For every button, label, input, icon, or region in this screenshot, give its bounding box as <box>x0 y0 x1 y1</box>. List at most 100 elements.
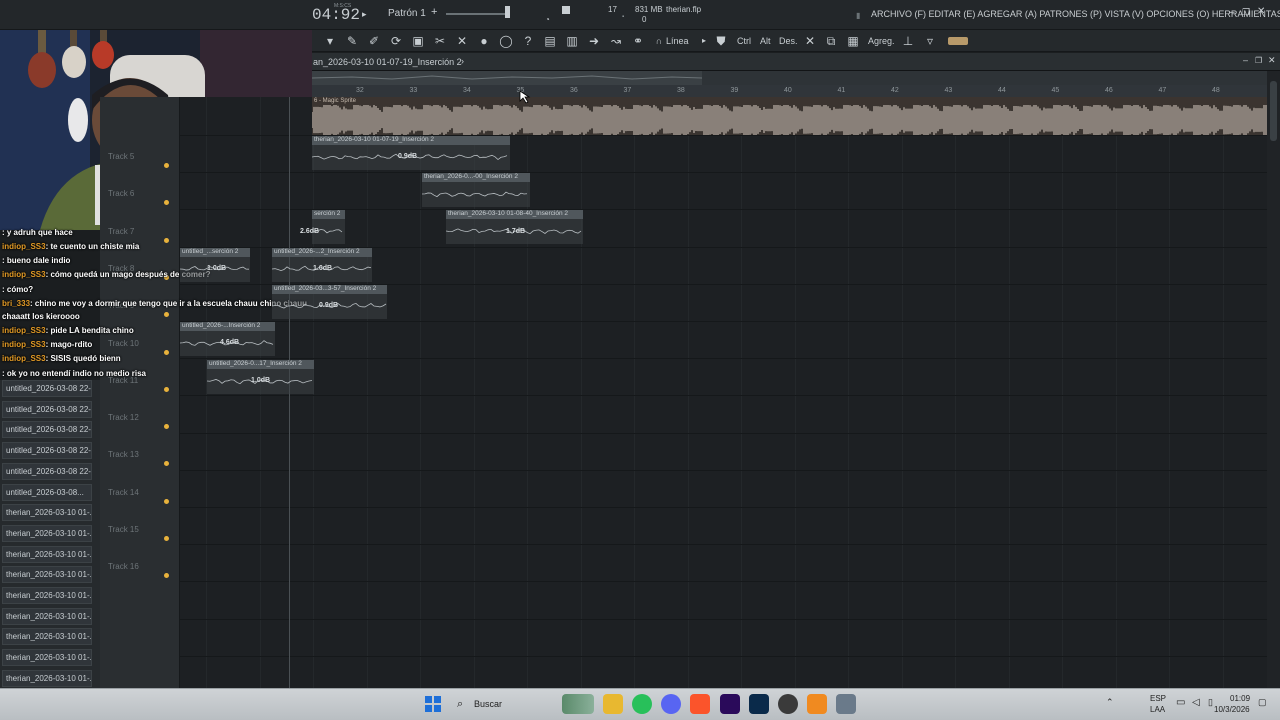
browser-file-item[interactable]: therian_2026-03-10 01-... <box>2 628 92 646</box>
file-explorer-icon[interactable] <box>603 694 623 714</box>
language-indicator[interactable]: ESP <box>1150 694 1166 703</box>
playlist-overview[interactable] <box>312 71 1267 85</box>
browser-file-item[interactable]: untitled_2026-03-08 22-... <box>2 442 92 460</box>
ruler-bar-number[interactable]: 36 <box>570 87 578 94</box>
magic-sprite-waveform[interactable] <box>312 105 1267 135</box>
ruler-bar-number[interactable]: 40 <box>784 87 792 94</box>
ruler-bar-number[interactable]: 44 <box>998 87 1006 94</box>
audio-clip[interactable]: therian_2026-0...-00_Inserción 2 <box>422 173 530 207</box>
premiere-icon[interactable] <box>720 694 740 714</box>
ruler-bar-number[interactable]: 48 <box>1212 87 1220 94</box>
whatsapp-icon[interactable] <box>632 694 652 714</box>
photoshop-icon[interactable] <box>749 694 769 714</box>
minimize-icon[interactable]: – <box>1229 7 1235 18</box>
ruler-bar-number[interactable]: 34 <box>463 87 471 94</box>
track-mute-dot[interactable] <box>164 498 169 504</box>
track-mute-dot[interactable] <box>164 573 169 579</box>
scrollbar-thumb[interactable] <box>1270 81 1277 141</box>
track-label[interactable]: Track 13 <box>108 450 139 459</box>
close-icon[interactable]: ✕ <box>1257 6 1265 17</box>
piano-icon[interactable]: ▥ <box>565 34 579 48</box>
playlist-area[interactable] <box>180 97 1267 688</box>
copy-icon[interactable]: ⧉ <box>824 34 838 48</box>
clock-date[interactable]: 10/3/2026 <box>1214 705 1250 714</box>
snap-selector[interactable]: Línea <box>666 36 689 46</box>
draw-tool-icon[interactable]: ✎ <box>345 34 359 48</box>
ruler-bar-number[interactable]: 41 <box>838 87 846 94</box>
track-label[interactable]: Track 15 <box>108 525 139 534</box>
track-mute-dot[interactable] <box>164 461 169 467</box>
audio-clip[interactable]: therian_2026-03-10 01-08-40_Inserción 2 <box>446 210 583 244</box>
rotate-icon[interactable]: ⟳ <box>389 34 403 48</box>
browser-file-item[interactable]: therian_2026-03-10 01-... <box>2 566 92 584</box>
browser-file-item[interactable]: therian_2026-03-10 01-... <box>2 669 92 687</box>
brave-icon[interactable] <box>690 694 710 714</box>
window-icon[interactable]: ▤ <box>543 34 557 48</box>
network-icon[interactable]: ▭ <box>1176 697 1185 708</box>
clock-time[interactable]: 01:09 <box>1230 694 1250 703</box>
audio-clip[interactable]: serción 2 <box>312 210 345 244</box>
track-mute-dot[interactable] <box>164 163 169 168</box>
playlist-menu-icon[interactable]: ▾ <box>323 34 337 48</box>
track-label[interactable]: Track 5 <box>108 152 134 161</box>
notification-icon[interactable]: ▢ <box>1258 697 1267 708</box>
ruler-bar-number[interactable]: 43 <box>945 87 953 94</box>
pattern-selector[interactable]: Patrón 1 <box>388 8 426 19</box>
magnet-icon[interactable]: ∩ <box>652 34 666 48</box>
ruler-bar-number[interactable]: 39 <box>731 87 739 94</box>
browser-file-item[interactable]: therian_2026-03-10 01-... <box>2 504 92 522</box>
browser-file-item[interactable]: untitled_2026-03-08 22-... <box>2 462 92 480</box>
master-volume-slider[interactable] <box>446 13 508 15</box>
save-icon[interactable]: ▣ <box>411 34 425 48</box>
track-label[interactable]: Track 6 <box>108 189 134 198</box>
browser-file-item[interactable]: therian_2026-03-10 01-... <box>2 524 92 542</box>
ruler-bar-number[interactable]: 38 <box>677 87 685 94</box>
ruler-bar-number[interactable]: 33 <box>410 87 418 94</box>
tempo-tap-icon[interactable] <box>948 37 968 45</box>
settings-icon[interactable] <box>836 694 856 714</box>
slice-tool-icon[interactable]: ✂ <box>433 34 447 48</box>
browser-file-item[interactable]: therian_2026-03-10 01-... <box>2 607 92 625</box>
main-menu[interactable]: ARCHIVO (F) EDITAR (E) AGREGAR (A) PATRO… <box>871 9 1280 19</box>
region-indicator[interactable]: LAA <box>1150 705 1165 714</box>
alt-key[interactable]: Alt <box>760 36 771 46</box>
delete-tool-icon[interactable]: ✕ <box>455 34 469 48</box>
ruler-bar-number[interactable]: 37 <box>624 87 632 94</box>
obs-icon[interactable] <box>778 694 798 714</box>
deselect-button[interactable]: Des. <box>779 36 798 46</box>
microphone-icon[interactable]: ● <box>477 34 491 48</box>
chat-icon[interactable]: ◯ <box>499 34 513 48</box>
playlist-close-icon[interactable]: ✕ <box>1268 55 1276 66</box>
ruler-bar-number[interactable]: 45 <box>1052 87 1060 94</box>
pin-icon[interactable]: ⊥ <box>901 34 915 48</box>
ruler-bar-number[interactable]: 46 <box>1105 87 1113 94</box>
track-mute-dot[interactable] <box>164 536 169 541</box>
browser-file-item[interactable]: therian_2026-03-10 01-... <box>2 587 92 604</box>
cut-icon[interactable]: ✕ <box>803 34 817 48</box>
restore-icon[interactable]: ❐ <box>1242 7 1250 18</box>
playlist-minimize-icon[interactable]: – <box>1243 55 1248 65</box>
timeline-ruler[interactable]: 32 33 34 35 36 37 38 39 40 41 42 43 44 45 46 47 48 <box>312 85 1267 97</box>
play-icon[interactable]: ▸ <box>362 9 367 20</box>
ctrl-key[interactable]: Ctrl <box>737 36 751 46</box>
browser-file-item[interactable]: therian_2026-03-10 01-... <box>2 649 92 667</box>
title-arrow-icon[interactable]: › <box>461 56 464 66</box>
add-pattern-icon[interactable]: + <box>431 6 437 18</box>
ruler-bar-number[interactable]: 42 <box>891 87 899 94</box>
add-button[interactable]: Agreg. <box>868 36 895 46</box>
paste-icon[interactable]: ▦ <box>846 34 860 48</box>
browser-file-item[interactable]: untitled_2026-03-08 22-... <box>2 421 92 439</box>
arrow-right-icon[interactable]: ➜ <box>587 34 601 48</box>
fl-studio-icon[interactable] <box>807 694 827 714</box>
discord-icon[interactable] <box>661 694 681 714</box>
metronome-icon[interactable]: ◔ <box>545 15 550 24</box>
track-label[interactable]: Track 12 <box>108 413 139 422</box>
track-label[interactable]: Track 16 <box>108 562 139 571</box>
snap-dropdown-icon[interactable]: ▸ <box>697 34 711 48</box>
track-label[interactable]: Track 14 <box>108 488 139 497</box>
track-mute-dot[interactable] <box>164 386 169 392</box>
search-icon[interactable]: ⌕ <box>457 698 463 711</box>
battery-icon[interactable]: ▯ <box>1208 697 1213 708</box>
taskbar-search[interactable]: Buscar <box>474 699 502 709</box>
tray-expand-icon[interactable]: ⌃ <box>1106 697 1114 708</box>
